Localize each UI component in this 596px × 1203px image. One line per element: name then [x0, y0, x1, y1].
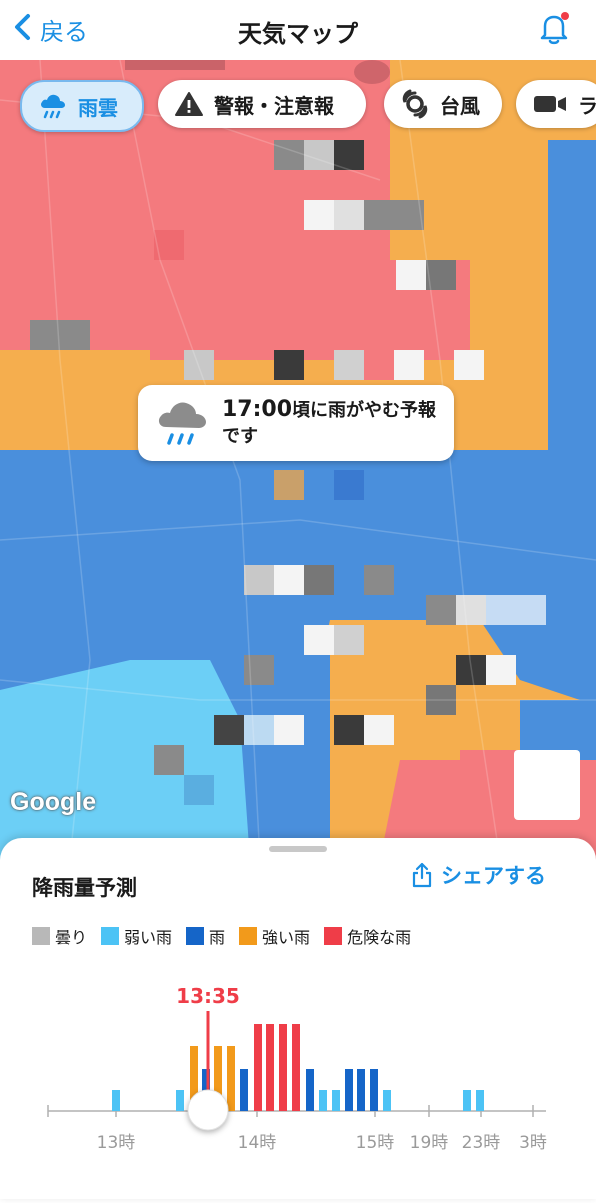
legend-item-light-rain: 弱い雨	[101, 924, 172, 948]
chip-label: 雨雲	[78, 95, 118, 120]
rain-bar	[319, 1090, 327, 1111]
tick-label: 3時	[519, 1133, 547, 1153]
chip-label: 台風	[440, 93, 480, 118]
rain-bar	[112, 1090, 120, 1111]
rain-bar	[463, 1090, 471, 1111]
rain-stop-forecast-bubble[interactable]: 17:00頃に雨がやむ予報です	[138, 385, 454, 461]
tick-label: 13時	[97, 1133, 136, 1153]
legend-label: 強い雨	[262, 928, 311, 947]
rain-cloud-icon	[154, 395, 214, 455]
chip-typhoon[interactable]: 台風	[384, 80, 502, 128]
current-time-label: 13:35	[176, 984, 240, 1008]
rain-bar	[254, 1024, 262, 1111]
rainfall-chart[interactable]: 13:35 13時 14時 15時 19時 23時 3時	[0, 978, 596, 1199]
rain-bar	[357, 1069, 365, 1111]
tick-label: 19時	[410, 1133, 449, 1153]
rain-bar	[266, 1024, 274, 1111]
sheet-title: 降雨量予測	[32, 876, 137, 900]
share-label: シェアする	[441, 864, 546, 888]
tick-label: 15時	[356, 1133, 395, 1153]
rain-cloud-icon	[38, 92, 68, 120]
rain-bar	[279, 1024, 287, 1111]
header: 戻る 天気マップ	[0, 0, 596, 60]
tick-label: 14時	[238, 1133, 277, 1153]
google-logo: Google	[10, 788, 97, 816]
legend-item-dangerous-rain: 危険な雨	[324, 924, 411, 948]
legend-label: 雨	[209, 928, 226, 947]
legend-swatch	[101, 927, 120, 945]
rain-bar	[345, 1069, 353, 1111]
rain-bar	[306, 1069, 314, 1111]
forecast-time: 17:00	[222, 397, 293, 422]
page-title: 天気マップ	[238, 20, 358, 48]
camera-icon	[532, 92, 568, 116]
map-layer-chips: 雨雲 警報・注意報 台風 ラ	[0, 80, 596, 136]
legend-item-heavy-rain: 強い雨	[239, 924, 310, 948]
typhoon-icon	[400, 89, 430, 119]
chip-rain-cloud[interactable]: 雨雲	[20, 80, 144, 132]
current-location-button[interactable]	[514, 750, 580, 820]
rainfall-forecast-sheet: 降雨量予測 シェアする 曇り 弱い雨 雨 強い雨 危険な雨 13:35 13時 14…	[0, 838, 596, 1199]
chip-camera[interactable]: ラ	[516, 80, 596, 128]
legend-item-cloudy: 曇り	[32, 924, 87, 948]
share-icon	[412, 862, 432, 888]
rain-bar	[240, 1069, 248, 1111]
legend-item-rain: 雨	[186, 924, 225, 948]
rain-bar	[176, 1090, 184, 1111]
chip-warning[interactable]: 警報・注意報	[158, 80, 366, 128]
chip-label: 警報・注意報	[214, 93, 334, 118]
rain-bar	[332, 1090, 340, 1111]
forecast-message: 17:00頃に雨がやむ予報です	[222, 397, 446, 450]
warning-icon	[174, 90, 204, 118]
rain-bar	[292, 1024, 300, 1111]
notification-bell-icon[interactable]	[536, 10, 572, 46]
legend-swatch	[32, 927, 50, 945]
legend-swatch	[186, 927, 205, 945]
legend-label: 曇り	[55, 928, 88, 947]
rain-bar	[476, 1090, 484, 1111]
legend-swatch	[239, 927, 258, 945]
legend: 曇り 弱い雨 雨 強い雨 危険な雨	[32, 924, 425, 948]
time-scrubber-handle[interactable]	[187, 1089, 229, 1131]
rain-bar	[383, 1090, 391, 1111]
share-button[interactable]: シェアする	[411, 860, 546, 890]
rain-bar	[370, 1069, 378, 1111]
legend-label: 弱い雨	[124, 928, 173, 947]
sheet-drag-handle[interactable]	[269, 846, 327, 852]
tick-label: 23時	[462, 1133, 501, 1153]
chip-label: ラ	[578, 93, 596, 118]
legend-label: 危険な雨	[347, 928, 412, 947]
rain-bar	[227, 1046, 235, 1111]
legend-swatch	[324, 927, 343, 945]
